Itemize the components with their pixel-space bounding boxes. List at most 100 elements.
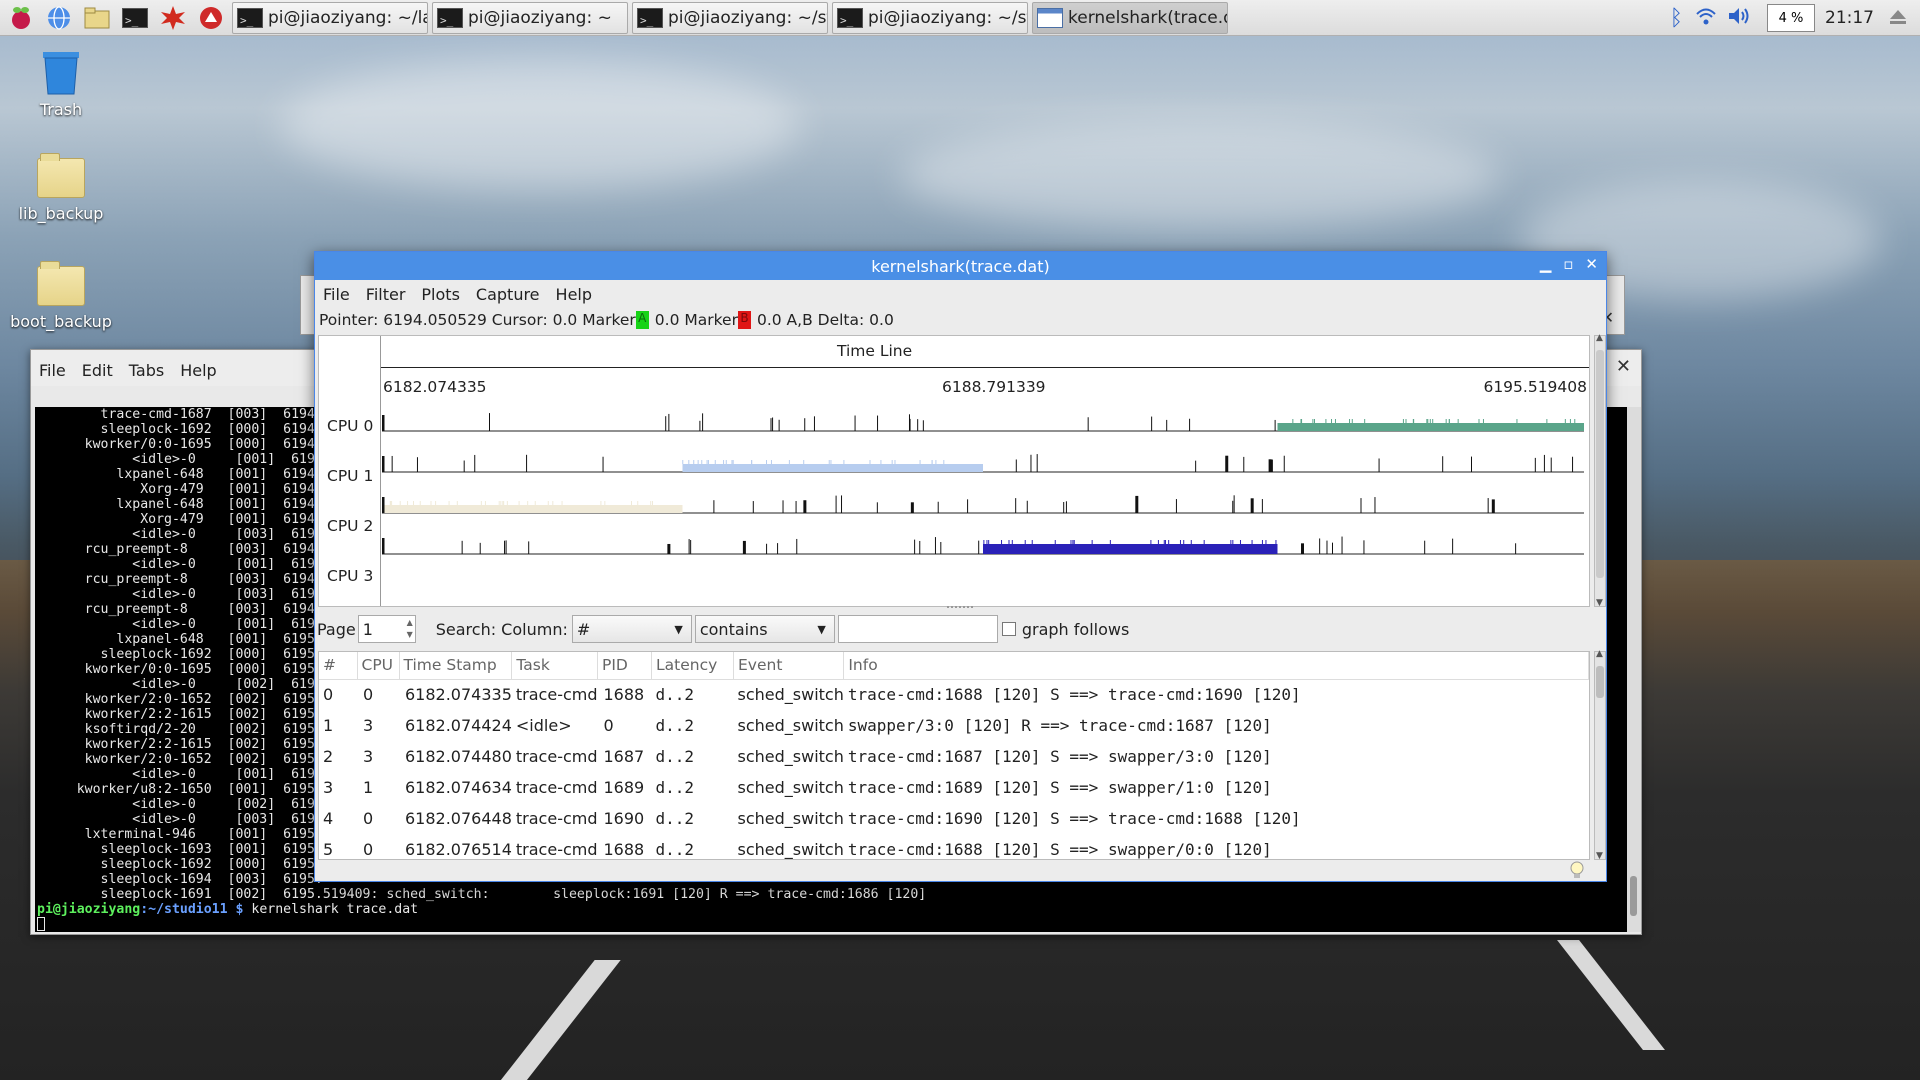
minimize-icon[interactable]: ▁ (1540, 255, 1552, 273)
bluetooth-icon[interactable]: ᛒ (1670, 6, 1683, 31)
table-row[interactable]: 4 0 6182.076448 trace-cmd 1690 d..2 sched_swit… (319, 803, 1589, 834)
terminal-line: sleeplock-1691 [002] 6195.519409: sched_… (37, 887, 927, 902)
prompt-user: pi@jiaoziyang (37, 902, 141, 917)
marker-a-button[interactable]: A (635, 311, 649, 329)
taskbar-task-label: kernelshark(trace.dat) (1068, 7, 1227, 28)
menu-item-file[interactable]: File (323, 285, 350, 304)
raspberry-menu-icon[interactable] (4, 1, 38, 35)
table-cell: 1688 (603, 685, 645, 705)
cpu-busy-region (682, 464, 983, 472)
marker-b-button[interactable]: B (737, 311, 751, 329)
graph-follows-checkbox[interactable] (1001, 622, 1016, 636)
terminal-icon: >_ (237, 7, 263, 28)
table-cell: trace-cmd:1688 [120] S ==> swapper/0:0 [… (847, 840, 1272, 859)
taskbar-task-button[interactable]: >_pi@jiaoziyang: ~/stu... (632, 1, 828, 34)
close-icon[interactable]: ✕ (1616, 356, 1631, 377)
table-row[interactable]: 2 3 6182.074480 trace-cmd 1687 d..2 sched_swit… (319, 741, 1589, 772)
volume-icon[interactable] (1727, 6, 1751, 30)
scroll-up-icon[interactable]: ▲ (1596, 649, 1603, 659)
table-cell: 0 (363, 840, 374, 859)
scroll-up-icon[interactable]: ▲ (1596, 333, 1603, 343)
table-cell: 6182.076514 (405, 840, 512, 859)
cpu-labels-column: CPU 0 CPU 1 CPU 2 CPU 3 (319, 336, 381, 606)
cpu-usage-monitor[interactable]: 4 % (1767, 4, 1815, 32)
mathematica-icon[interactable] (156, 1, 190, 35)
menu-item-help[interactable]: Help (180, 361, 216, 380)
menu-item-file[interactable]: File (39, 361, 66, 380)
column-header[interactable]: Time Stamp (399, 652, 513, 680)
resize-handle[interactable] (947, 606, 973, 610)
terminal-launcher-icon[interactable]: >_ (118, 1, 152, 35)
desktop-icon-lib-backup[interactable]: lib_backup (6, 153, 116, 223)
menu-item-edit[interactable]: Edit (82, 361, 113, 380)
column-header[interactable]: # (319, 652, 358, 680)
eject-icon[interactable] (1888, 8, 1908, 30)
cpu-label: CPU 3 (327, 567, 374, 585)
web-browser-icon[interactable] (42, 1, 76, 35)
table-cell: 1689 (603, 778, 645, 797)
event-table[interactable]: # CPU Time Stamp Task PID Latency Event Info 00… (318, 651, 1590, 860)
menu-item-plots[interactable]: Plots (421, 285, 460, 304)
table-row[interactable]: 5 0 6182.076514 trace-cmd 1688 d..2 sched_swit… (319, 834, 1589, 859)
taskbar-task-button[interactable]: >_pi@jiaoziyang: ~/lab2 (232, 1, 428, 34)
taskbar-task-label: pi@jiaoziyang: ~/lab2 (268, 7, 427, 28)
table-cell: 1687 (603, 747, 645, 766)
page-spinbox[interactable]: 1 ▲ ▼ (357, 615, 416, 643)
taskbar-task-button[interactable]: >_pi@jiaoziyang: ~/stu... (832, 1, 1028, 34)
table-cell: 0 (363, 685, 374, 705)
table-cell: trace-cmd:1689 [120] S ==> swapper/1:0 [… (847, 778, 1272, 797)
column-header[interactable]: Latency (651, 652, 734, 680)
desktop-icon-label: lib_backup (18, 204, 104, 223)
column-header[interactable]: Event (733, 652, 845, 680)
table-row[interactable]: 1 3 6182.074424 <idle> 0 d..2 sched_switch swap… (319, 710, 1589, 741)
menu-item-capture[interactable]: Capture (476, 285, 540, 304)
cursor-value: 0.0 (552, 311, 578, 329)
table-cell: <idle> (515, 716, 572, 735)
clock[interactable]: 21:17 (1825, 8, 1874, 28)
table-cell: sched_switch (737, 809, 844, 828)
table-cell: 6182.074480 (405, 747, 512, 766)
column-header[interactable]: CPU (357, 652, 400, 680)
column-header[interactable]: PID (597, 652, 652, 680)
cpu-busy-region (382, 505, 683, 513)
window-titlebar[interactable]: kernelshark(trace.dat) ▁ ▫ ✕ (315, 252, 1606, 280)
column-header[interactable]: Info (843, 652, 1589, 680)
file-manager-icon[interactable] (80, 1, 114, 35)
cpu-usage-text: 4 % (1778, 10, 1804, 26)
taskbar-task-button[interactable]: >_ pi@jiaoziyang: ~ (432, 1, 628, 34)
table-row[interactable]: 0 0 6182.074335 trace-cmd 1688 d..2 sched_swit… (319, 679, 1589, 710)
cursor-label: Cursor: (491, 311, 548, 329)
scroll-down-icon[interactable]: ▼ (1596, 598, 1603, 608)
maximize-icon[interactable]: ▫ (1563, 255, 1573, 273)
table-cell: trace-cmd (515, 747, 598, 766)
spin-arrows-icon[interactable]: ▲ ▼ (407, 617, 413, 641)
table-scrollbar[interactable]: ▲ ▼ (1594, 649, 1606, 861)
match-select[interactable]: contains ▼ (694, 615, 835, 643)
column-select[interactable]: # ▼ (571, 615, 692, 643)
desktop-icon-trash[interactable]: Trash (6, 44, 116, 119)
desktop-icon-boot-backup[interactable]: boot_backup (6, 261, 116, 331)
menu-item-filter[interactable]: Filter (366, 285, 406, 304)
timeline-graph[interactable]: CPU 0 CPU 1 CPU 2 CPU 3 Time Line 6182.0… (318, 335, 1590, 610)
table-row[interactable]: 3 1 6182.074634 trace-cmd 1689 d..2 sched_swit… (319, 772, 1589, 803)
chevron-down-icon: ▼ (674, 622, 683, 636)
table-cell: trace-cmd (515, 685, 598, 705)
menu-item-help[interactable]: Help (556, 285, 592, 304)
lightbulb-icon[interactable] (1570, 861, 1584, 883)
taskbar-task-button[interactable]: kernelshark(trace.dat) (1032, 1, 1228, 34)
wolfram-icon[interactable] (194, 1, 228, 35)
terminal-scrollbar[interactable] (1627, 407, 1641, 932)
kernelshark-window[interactable]: kernelshark(trace.dat) ▁ ▫ ✕ File Filter P… (314, 251, 1607, 882)
close-icon[interactable]: ✕ (1585, 255, 1598, 273)
table-cell: sched_switch (737, 778, 844, 797)
table-cell: 5 (323, 840, 334, 859)
taskbar: >_ >_pi@jiaoziyang: ~/lab2>_pi@jiaoziyan… (0, 0, 1920, 36)
search-input[interactable] (837, 615, 998, 643)
cpu-plot-canvas[interactable] (382, 336, 1590, 608)
menu-item-tabs[interactable]: Tabs (129, 361, 164, 380)
wifi-icon[interactable] (1695, 6, 1717, 30)
column-header[interactable]: Task (511, 652, 598, 680)
taskbar-task-label: pi@jiaoziyang: ~/stu... (868, 7, 1027, 28)
graph-scrollbar[interactable]: ▲ ▼ (1594, 333, 1606, 608)
page-label: Page (317, 619, 356, 639)
